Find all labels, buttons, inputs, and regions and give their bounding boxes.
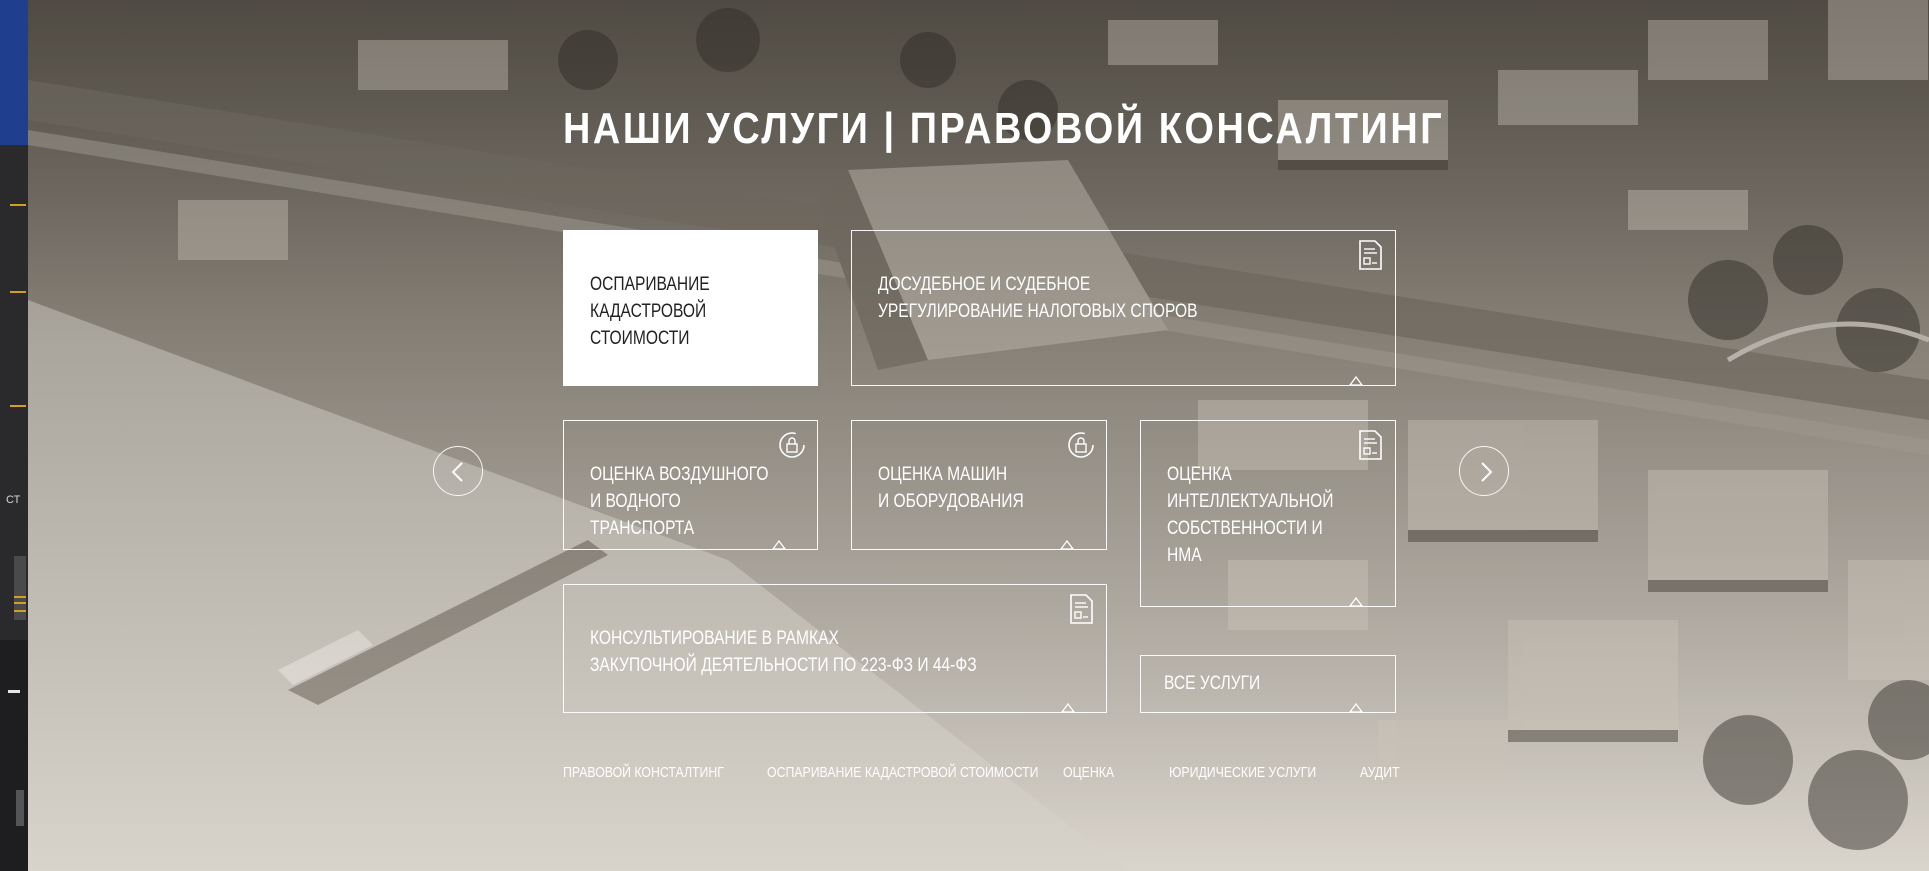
all-services-button[interactable]: ВСЕ УСЛУГИ [1140, 655, 1396, 713]
minimize-dash-icon[interactable] [8, 690, 20, 693]
service-card-label: ОЦЕНКА МАШИН И ОБОРУДОВАНИЯ [878, 464, 1024, 512]
expand-triangle-icon [1061, 703, 1075, 713]
all-services-label: ВСЕ УСЛУГИ [1164, 673, 1261, 694]
expand-triangle-icon [772, 540, 786, 550]
document-icon [1070, 594, 1093, 624]
service-card-machinery[interactable]: ОЦЕНКА МАШИН И ОБОРУДОВАНИЯ [851, 420, 1107, 550]
rail-lower-panel [0, 640, 28, 871]
expand-triangle-icon [1349, 597, 1363, 607]
expand-triangle-icon [1060, 540, 1074, 550]
service-card-label: ОСПАРИВАНИЕ КАДАСТРОВОЙ СТОИМОСТИ [590, 274, 710, 349]
chevron-left-icon [451, 462, 463, 482]
document-icon [1359, 240, 1382, 270]
rail-bar-mark [14, 596, 26, 598]
document-icon [1359, 430, 1382, 460]
bottom-nav-legal-consulting[interactable]: ПРАВОВОЙ КОНСТАЛТИНГ [563, 764, 724, 781]
service-card-label: ОЦЕНКА ВОЗДУШНОГО И ВОДНОГО ТРАНСПОРТА [590, 464, 769, 539]
rail-bar-mark [14, 610, 26, 612]
bottom-nav-audit[interactable]: АУДИТ [1360, 764, 1400, 781]
page-title: НАШИ УСЛУГИ | ПРАВОВОЙ КОНСАЛТИНГ [563, 104, 1445, 153]
left-rail: СТ [0, 0, 28, 871]
expand-triangle-icon [1349, 703, 1363, 713]
refresh-lock-icon [779, 432, 805, 458]
rail-accent-block [0, 0, 28, 145]
refresh-lock-icon [1068, 432, 1094, 458]
service-card-procurement[interactable]: КОНСУЛЬТИРОВАНИЕ В РАМКАХ ЗАКУПОЧНОЙ ДЕЯ… [563, 584, 1107, 713]
carousel-next-button[interactable] [1459, 446, 1509, 496]
carousel-prev-button[interactable] [433, 446, 483, 496]
rail-tick [10, 405, 26, 407]
bottom-nav-legal-services[interactable]: ЮРИДИЧЕСКИЕ УСЛУГИ [1169, 764, 1316, 781]
rail-tick [10, 291, 26, 293]
chevron-right-icon [1481, 462, 1493, 482]
rail-scrollbar[interactable] [16, 790, 24, 826]
rail-bar-mark [14, 602, 26, 604]
service-card-label: ОЦЕНКА ИНТЕЛЛЕКТУАЛЬНОЙ СОБСТВЕННОСТИ И … [1167, 464, 1334, 566]
service-card-intellectual-property[interactable]: ОЦЕНКА ИНТЕЛЛЕКТУАЛЬНОЙ СОБСТВЕННОСТИ И … [1140, 420, 1396, 607]
rail-tick [10, 204, 26, 206]
bottom-nav-valuation[interactable]: ОЦЕНКА [1063, 764, 1114, 781]
expand-triangle-icon [1349, 376, 1363, 386]
service-card-air-water-transport[interactable]: ОЦЕНКА ВОЗДУШНОГО И ВОДНОГО ТРАНСПОРТА [563, 420, 818, 550]
service-card-label: КОНСУЛЬТИРОВАНИЕ В РАМКАХ ЗАКУПОЧНОЙ ДЕЯ… [590, 628, 977, 676]
bottom-nav-cadastral[interactable]: ОСПАРИВАНИЕ КАДАСТРОВОЙ СТОИМОСТИ [767, 764, 1039, 781]
service-card-tax-disputes[interactable]: ДОСУДЕБНОЕ И СУДЕБНОЕ УРЕГУЛИРОВАНИЕ НАЛ… [851, 230, 1396, 386]
service-card-cadastral[interactable]: ОСПАРИВАНИЕ КАДАСТРОВОЙ СТОИМОСТИ [563, 230, 818, 386]
rail-text-fragment: СТ [6, 494, 21, 506]
service-card-label: ДОСУДЕБНОЕ И СУДЕБНОЕ УРЕГУЛИРОВАНИЕ НАЛ… [878, 274, 1198, 322]
